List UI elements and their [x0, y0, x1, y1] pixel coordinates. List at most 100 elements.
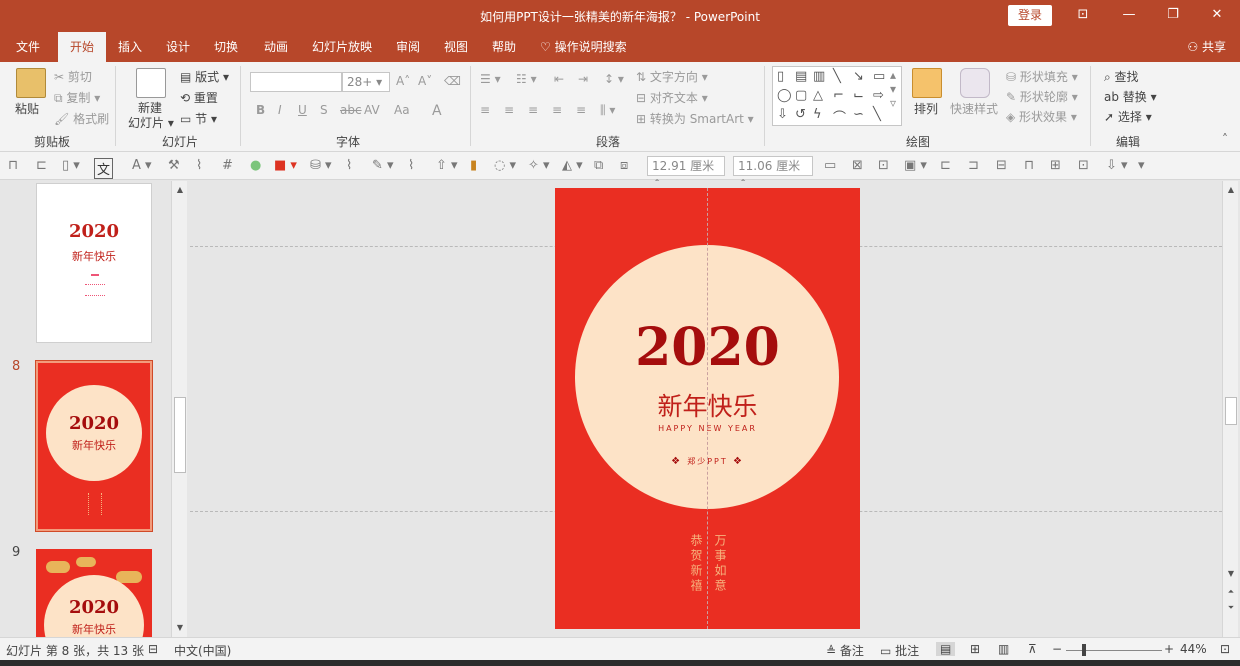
previous-slide-icon[interactable]: ⏶ [1223, 585, 1239, 599]
arrow-line-shape-icon[interactable]: ↘ [853, 69, 864, 84]
tell-me-search[interactable]: ♡ 操作说明搜索 [532, 32, 635, 62]
textbox-icon[interactable]: ▯ ▾ [62, 158, 80, 173]
arc-shape-icon[interactable]: ⌒ [833, 107, 846, 126]
poster-left-vertical-text[interactable]: 恭贺新禧 [688, 534, 705, 594]
normal-view-icon[interactable]: ▤ [936, 642, 956, 656]
rotate-icon[interactable]: ⊡ [1078, 158, 1089, 173]
slideshow-icon[interactable]: ⊼ [1028, 642, 1037, 656]
thumbnail-scrollbar[interactable]: ▲ ▼ [171, 181, 187, 637]
shadow-button[interactable]: S [320, 103, 328, 117]
underline-button[interactable]: U [298, 103, 307, 117]
tab-transitions[interactable]: 切换 [206, 32, 246, 62]
text-orientation-icon[interactable]: 文 [94, 158, 114, 179]
paste-icon[interactable] [16, 68, 46, 98]
char-spacing-button[interactable]: AV [364, 103, 380, 117]
columns-icon[interactable]: ⫼ ▾ [600, 103, 615, 118]
share-button[interactable]: ⚇ 共享 [1187, 32, 1226, 62]
send-backward-icon[interactable]: ⇩ ▾ [1106, 158, 1128, 173]
numbering-icon[interactable]: ☷ ▾ [516, 72, 537, 86]
close-icon[interactable]: ✕ [1194, 0, 1240, 32]
comments-button[interactable]: ▭ 批注 [880, 642, 919, 659]
ribbon-display-icon[interactable]: ⊡ [1060, 0, 1106, 32]
select-button[interactable]: ➚ 选择 ▾ [1104, 108, 1152, 125]
restore-icon[interactable]: ❐ [1150, 0, 1196, 32]
zoom-level[interactable]: 44% [1180, 642, 1207, 656]
align-icon[interactable]: ⊏ [36, 158, 47, 173]
strikethrough-button[interactable]: abc [340, 103, 362, 117]
align-text-button[interactable]: ⊟ 对齐文本 ▾ [636, 89, 708, 106]
shape-height-input[interactable]: 11.06 厘米 ⇕ [733, 156, 813, 191]
quick-styles-icon[interactable] [960, 68, 990, 98]
textbox-shape-icon[interactable]: ▯ [777, 69, 784, 84]
bullets-icon[interactable]: ☰ ▾ [480, 72, 501, 86]
tab-animations[interactable]: 动画 [256, 32, 296, 62]
justify-icon[interactable]: ≡ [552, 103, 562, 117]
eyedropper-2-icon[interactable]: ⌇ [346, 158, 352, 173]
group-icon[interactable]: ⧉ [594, 158, 603, 173]
scroll-down-icon[interactable]: ▼ [1223, 567, 1239, 581]
align-right-icon[interactable]: ≡ [528, 103, 538, 117]
close-box-icon[interactable]: ⊠ [852, 158, 863, 173]
zoom-out-icon[interactable]: − [1052, 642, 1062, 656]
align-left-icon[interactable]: ≡ [480, 103, 490, 117]
notes-button[interactable]: ≜ 备注 [826, 642, 864, 659]
quick-styles-button[interactable]: 快速样式 [950, 100, 998, 117]
scroll-up-icon[interactable]: ▲ [1223, 183, 1239, 197]
cut-button[interactable]: ✂ 剪切 [54, 68, 92, 85]
rounded-rect-shape-icon[interactable]: ▢ [795, 88, 807, 103]
fit-slide-icon[interactable]: ⊡ [1220, 642, 1230, 656]
bar-chart-icon[interactable]: ▮ [470, 158, 477, 173]
paste-button[interactable]: 粘贴 [15, 100, 39, 117]
eyedropper-3-icon[interactable]: ⌇ [408, 158, 414, 173]
align-left-2-icon[interactable]: ⊏ [940, 158, 951, 173]
spell-check-icon[interactable]: ⊟ [148, 642, 158, 656]
new-slide-button[interactable]: 幻灯片 ▾ [128, 114, 174, 131]
3d-icon[interactable]: ◭ ▾ [562, 158, 583, 173]
distribute-2-icon[interactable]: ⊟ [996, 158, 1007, 173]
collapse-ribbon-icon[interactable]: ˄ [1222, 132, 1228, 146]
crop-icon[interactable]: ⊞ [1050, 158, 1061, 173]
curve-shape-icon[interactable]: ∽ [853, 107, 864, 122]
tab-home[interactable]: 开始 [58, 32, 107, 62]
replace-button[interactable]: ab 替换 ▾ [1104, 88, 1157, 105]
lock-icon[interactable]: ⊓ [8, 158, 18, 173]
tab-slideshow[interactable]: 幻灯片放映 [304, 32, 380, 62]
oval-shape-icon[interactable]: ◯ [777, 88, 792, 103]
reading-view-icon[interactable]: ▥ [998, 642, 1009, 656]
poster-right-vertical-text[interactable]: 万事如意 [712, 534, 729, 594]
gallery-scroll-icon[interactable]: ▴ ▾ ▿ [890, 68, 896, 110]
shrink-font-icon[interactable]: A˅ [418, 74, 432, 88]
font-size-combo[interactable]: 28+ ▾ [342, 72, 390, 92]
decrease-indent-icon[interactable]: ⇤ [554, 72, 564, 86]
slide-thumbnail[interactable]: 2020 新年快乐 [36, 549, 152, 637]
tab-help[interactable]: 帮助 [484, 32, 524, 62]
triangle-shape-icon[interactable]: △ [813, 88, 823, 103]
align-top-icon[interactable]: ⊓ [1024, 158, 1034, 173]
new-slide-icon[interactable] [136, 68, 166, 98]
down-arrow-shape-icon[interactable]: ⇩ [777, 107, 788, 122]
arrange-button[interactable]: 排列 [914, 100, 938, 117]
grow-font-icon[interactable]: A˄ [396, 74, 410, 88]
right-arrow-shape-icon[interactable]: ⇨ [873, 88, 884, 103]
tab-design[interactable]: 设计 [158, 32, 198, 62]
tab-insert[interactable]: 插入 [110, 32, 150, 62]
guide-vertical-center[interactable] [707, 188, 708, 629]
arrange-icon[interactable] [912, 68, 942, 98]
paint-icon[interactable]: ⛁ ▾ [310, 158, 332, 173]
zoom-slider-handle[interactable] [1082, 644, 1086, 656]
pen-2-icon[interactable]: ✎ ▾ [372, 158, 394, 173]
textbox-2-icon[interactable]: ▭ [824, 158, 836, 173]
curved-arrow-shape-icon[interactable]: ↺ [795, 107, 806, 122]
change-case-button[interactable]: Aa [394, 103, 410, 117]
wrench-icon[interactable]: ⚒ [168, 158, 180, 173]
shapes-icon[interactable]: ◌ ▾ [494, 158, 516, 173]
picture-icon[interactable]: ⊡ [878, 158, 889, 173]
eyedropper-icon[interactable]: ⌇ [196, 158, 202, 173]
section-button[interactable]: ▭ 节 ▾ [180, 110, 217, 127]
slide-sorter-icon[interactable]: ⊞ [970, 642, 980, 656]
bold-button[interactable]: B [256, 103, 265, 117]
scroll-down-icon[interactable]: ▼ [172, 621, 188, 635]
slide-thumbnail-selected[interactable]: 2020 新年快乐 [35, 360, 153, 532]
shape-width-input[interactable]: 12.91 厘米 ⇕ [647, 156, 725, 191]
clear-format-icon[interactable]: ⌫ [444, 74, 461, 88]
